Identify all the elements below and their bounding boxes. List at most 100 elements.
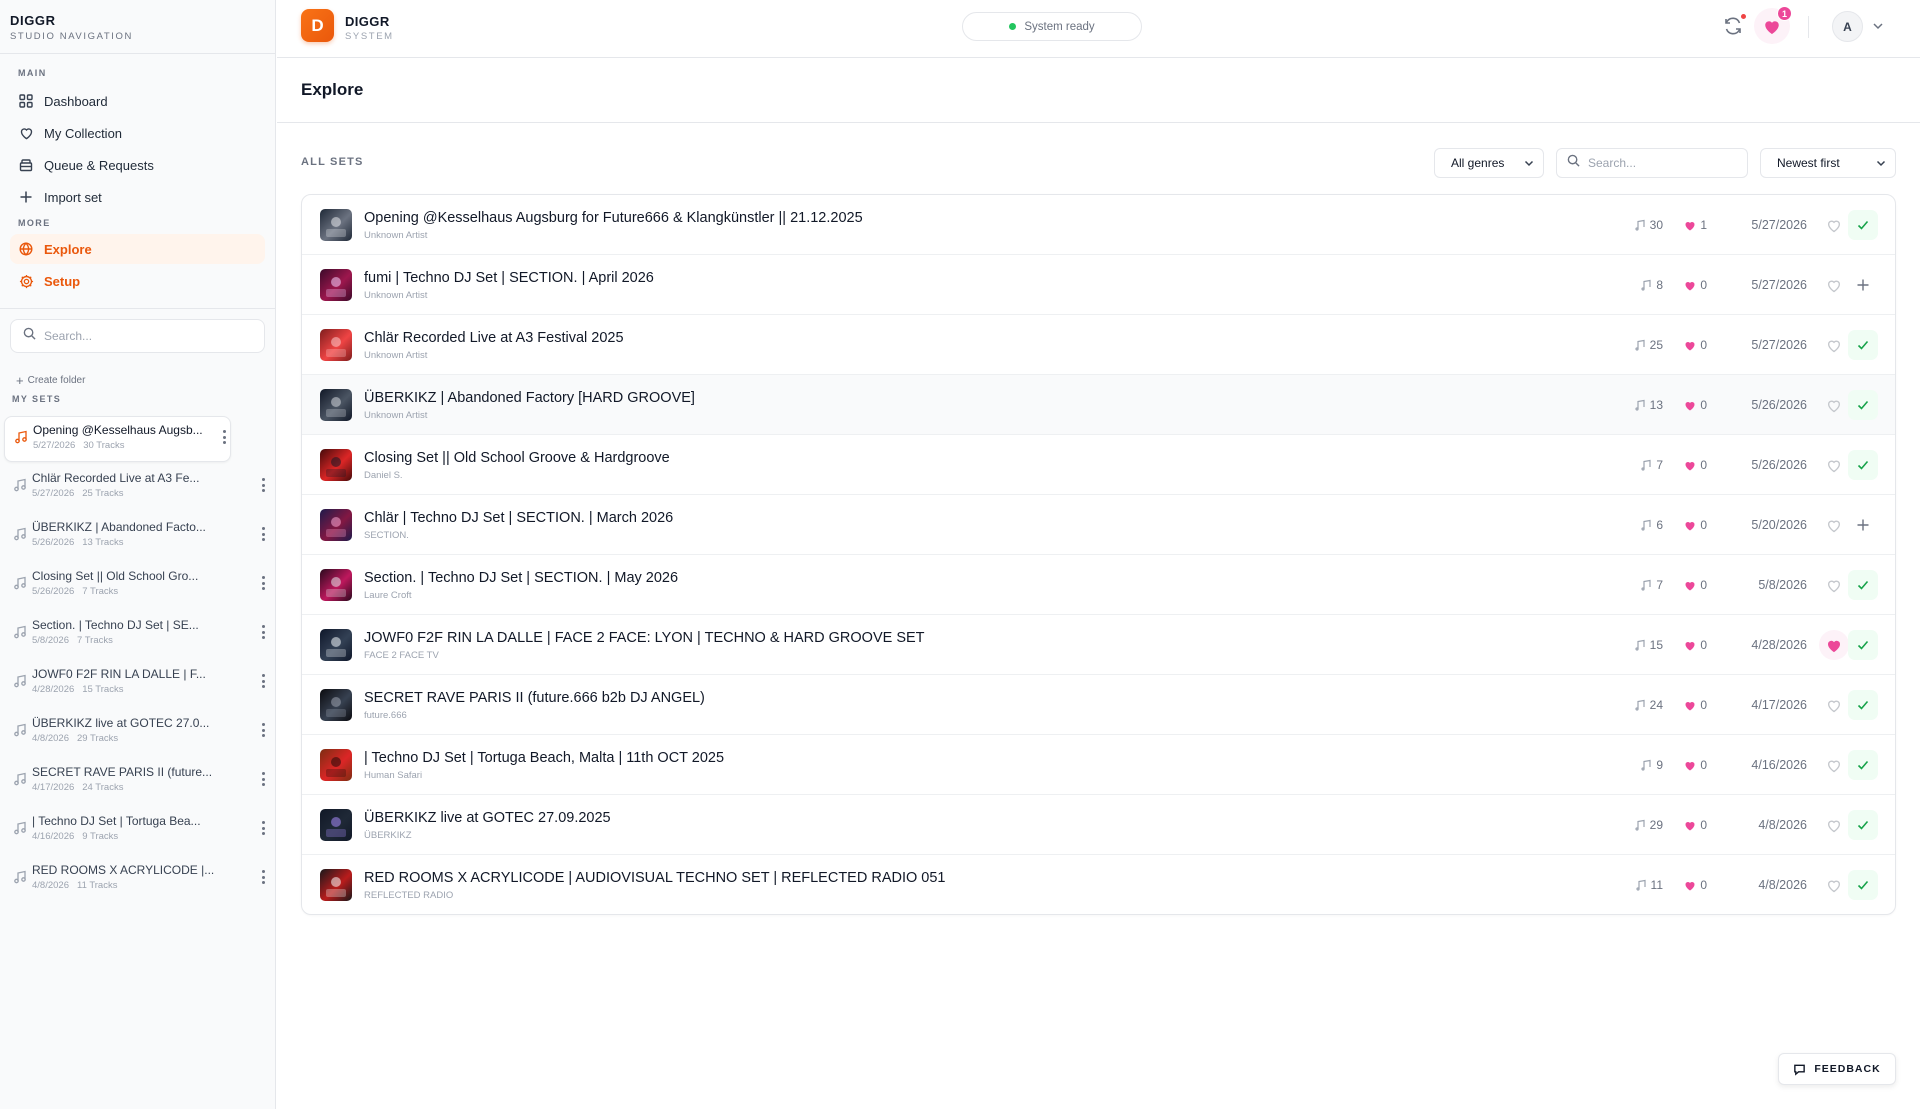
- added-to-collection-button[interactable]: [1848, 690, 1878, 720]
- favorite-button[interactable]: [1822, 753, 1846, 777]
- refresh-button[interactable]: [1721, 13, 1747, 38]
- sidebar-item-setup[interactable]: Setup: [10, 266, 265, 296]
- added-to-collection-button[interactable]: [1848, 810, 1878, 840]
- set-title[interactable]: fumi | Techno DJ Set | SECTION. | April …: [364, 270, 654, 286]
- sort-select[interactable]: Newest first: [1760, 148, 1896, 178]
- sidebar-set-item[interactable]: JOWF0 F2F RIN LA DALLE | F... 4/28/2026 15…: [4, 661, 269, 707]
- table-row[interactable]: Chlär | Techno DJ Set | SECTION. | March…: [302, 495, 1895, 555]
- create-folder-button[interactable]: + Create folder: [0, 374, 275, 387]
- table-row[interactable]: SECRET RAVE PARIS II (future.666 b2b DJ …: [302, 675, 1895, 735]
- more-vertical-icon[interactable]: [216, 427, 232, 447]
- table-row[interactable]: fumi | Techno DJ Set | SECTION. | April …: [302, 255, 1895, 315]
- music-note-icon: [13, 527, 27, 541]
- main-search[interactable]: [1556, 148, 1748, 178]
- favorite-button[interactable]: [1822, 393, 1846, 417]
- set-title[interactable]: | Techno DJ Set | Tortuga Beach, Malta |…: [364, 750, 724, 766]
- feedback-button[interactable]: FEEDBACK: [1778, 1053, 1896, 1085]
- set-title[interactable]: JOWF0 F2F RIN LA DALLE | FACE 2 FACE: LY…: [364, 630, 925, 646]
- table-row[interactable]: Closing Set || Old School Groove & Hardg…: [302, 435, 1895, 495]
- sidebar-set-item[interactable]: Section. | Techno DJ Set | SE... 5/8/2026…: [4, 612, 269, 658]
- set-title[interactable]: SECRET RAVE PARIS II (future.666 b2b DJ …: [364, 690, 705, 706]
- avatar[interactable]: A: [1832, 11, 1863, 42]
- sidebar-item-my-collection[interactable]: My Collection: [10, 118, 265, 148]
- set-title[interactable]: Closing Set || Old School Groove & Hardg…: [364, 450, 670, 466]
- sidebar-set-item[interactable]: ÜBERKIKZ live at GOTEC 27.0... 4/8/2026 29…: [4, 710, 269, 756]
- sidebar-item-explore[interactable]: Explore: [10, 234, 265, 264]
- favorite-button[interactable]: [1822, 813, 1846, 837]
- favorite-button[interactable]: [1822, 513, 1846, 537]
- table-row[interactable]: Section. | Techno DJ Set | SECTION. | Ma…: [302, 555, 1895, 615]
- favorite-button[interactable]: [1819, 630, 1849, 660]
- table-row[interactable]: JOWF0 F2F RIN LA DALLE | FACE 2 FACE: LY…: [302, 615, 1895, 675]
- like-count-value: 0: [1700, 518, 1707, 532]
- sidebar-item-dashboard[interactable]: Dashboard: [10, 86, 265, 116]
- set-date: 5/20/2026: [1751, 518, 1807, 532]
- more-vertical-icon[interactable]: [255, 622, 271, 642]
- sidebar-set-item[interactable]: Opening @Kesselhaus Augsb... 5/27/2026 30 …: [4, 416, 231, 462]
- set-thumbnail: [320, 569, 352, 601]
- sidebar-search-input[interactable]: [44, 329, 244, 343]
- favorite-button[interactable]: [1822, 273, 1846, 297]
- favorites-button[interactable]: 1: [1754, 6, 1792, 44]
- more-vertical-icon[interactable]: [255, 573, 271, 593]
- track-count: 25: [1635, 338, 1663, 352]
- sidebar-item-import-set[interactable]: Import set: [10, 182, 265, 212]
- app-logo[interactable]: D: [301, 9, 334, 42]
- set-title[interactable]: Chlär | Techno DJ Set | SECTION. | March…: [364, 510, 673, 526]
- table-row[interactable]: ÜBERKIKZ live at GOTEC 27.09.2025 ÜBERKIK…: [302, 795, 1895, 855]
- table-row[interactable]: | Techno DJ Set | Tortuga Beach, Malta |…: [302, 735, 1895, 795]
- sidebar-search[interactable]: [10, 319, 265, 353]
- table-row[interactable]: ÜBERKIKZ | Abandoned Factory [HARD GROOV…: [302, 375, 1895, 435]
- more-vertical-icon[interactable]: [255, 671, 271, 691]
- sidebar-set-item[interactable]: Closing Set || Old School Gro... 5/26/202…: [4, 563, 269, 609]
- chevron-down-icon[interactable]: [1871, 19, 1885, 33]
- genre-filter-select[interactable]: All genres: [1434, 148, 1544, 178]
- set-title[interactable]: ÜBERKIKZ | Abandoned Factory [HARD GROOV…: [364, 390, 695, 406]
- set-title[interactable]: ÜBERKIKZ live at GOTEC 27.09.2025: [364, 810, 611, 826]
- set-title[interactable]: Opening @Kesselhaus Augsburg for Future6…: [364, 210, 863, 226]
- sidebar-set-item[interactable]: SECRET RAVE PARIS II (future... 4/17/2026…: [4, 759, 269, 805]
- sidebar-set-item[interactable]: ÜBERKIKZ | Abandoned Facto... 5/26/2026 13…: [4, 514, 269, 560]
- add-to-collection-button[interactable]: [1848, 270, 1878, 300]
- track-count-value: 11: [1650, 878, 1663, 892]
- added-to-collection-button[interactable]: [1848, 390, 1878, 420]
- set-track-count: 24 Tracks: [82, 782, 124, 793]
- favorite-button[interactable]: [1822, 213, 1846, 237]
- favorite-button[interactable]: [1822, 873, 1846, 897]
- add-to-collection-button[interactable]: [1848, 510, 1878, 540]
- favorite-button[interactable]: [1822, 333, 1846, 357]
- added-to-collection-button[interactable]: [1848, 870, 1878, 900]
- set-date: 4/8/2026: [1758, 878, 1807, 892]
- more-vertical-icon[interactable]: [255, 769, 271, 789]
- added-to-collection-button[interactable]: [1848, 330, 1878, 360]
- set-title[interactable]: RED ROOMS X ACRYLICODE | AUDIOVISUAL TEC…: [364, 870, 946, 886]
- favorite-button[interactable]: [1822, 693, 1846, 717]
- added-to-collection-button[interactable]: [1848, 750, 1878, 780]
- like-count: 0: [1684, 278, 1707, 292]
- more-vertical-icon[interactable]: [255, 524, 271, 544]
- set-title[interactable]: Chlär Recorded Live at A3 Festival 2025: [364, 330, 624, 346]
- chevron-down-icon: [1875, 157, 1887, 169]
- favorite-button[interactable]: [1822, 573, 1846, 597]
- table-row[interactable]: Opening @Kesselhaus Augsburg for Future6…: [302, 195, 1895, 255]
- set-title[interactable]: Section. | Techno DJ Set | SECTION. | Ma…: [364, 570, 678, 586]
- sidebar-set-item[interactable]: | Techno DJ Set | Tortuga Bea... 4/16/202…: [4, 808, 269, 854]
- sidebar-set-item[interactable]: Chlär Recorded Live at A3 Fe... 5/27/2026…: [4, 465, 269, 511]
- set-thumbnail: [320, 809, 352, 841]
- added-to-collection-button[interactable]: [1848, 630, 1878, 660]
- added-to-collection-button[interactable]: [1848, 450, 1878, 480]
- table-row[interactable]: Chlär Recorded Live at A3 Festival 2025 U…: [302, 315, 1895, 375]
- more-vertical-icon[interactable]: [255, 867, 271, 887]
- added-to-collection-button[interactable]: [1848, 210, 1878, 240]
- sidebar-item-queue-requests[interactable]: Queue & Requests: [10, 150, 265, 180]
- main-search-input[interactable]: [1588, 156, 1738, 170]
- more-vertical-icon[interactable]: [255, 720, 271, 740]
- more-vertical-icon[interactable]: [255, 818, 271, 838]
- table-row[interactable]: RED ROOMS X ACRYLICODE | AUDIOVISUAL TEC…: [302, 855, 1895, 914]
- set-artist: SECTION.: [364, 530, 409, 541]
- added-to-collection-button[interactable]: [1848, 570, 1878, 600]
- favorite-button[interactable]: [1822, 453, 1846, 477]
- music-note-icon: [13, 576, 27, 590]
- sidebar-set-item[interactable]: RED ROOMS X ACRYLICODE |... 4/8/2026 11 Tr…: [4, 857, 269, 903]
- more-vertical-icon[interactable]: [255, 475, 271, 495]
